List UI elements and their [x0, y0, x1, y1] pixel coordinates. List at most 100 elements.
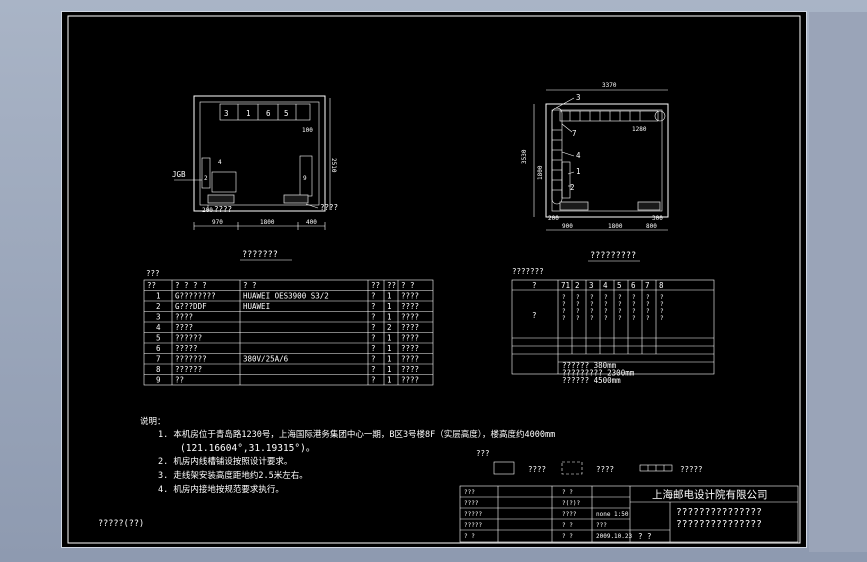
- cad-drawing: 3 1 6 5 100 9 2 4 JGB 200 ???? ???? 2510…: [67, 15, 801, 544]
- left-dim-200: 200: [202, 207, 213, 214]
- cable-table-value: ?: [590, 308, 594, 315]
- left-dim-b2: 1800: [260, 219, 275, 226]
- title-block-cell: none 1:50: [596, 511, 629, 518]
- equipment-table-cell: 2: [387, 323, 392, 332]
- right-dim-b2: 1800: [608, 223, 623, 230]
- cable-table-note: ?????? 4500mm: [562, 376, 621, 385]
- equipment-table-cell: 6: [156, 344, 161, 353]
- left-bar-label-4: 5: [284, 109, 289, 118]
- cable-table-value: ?: [576, 308, 580, 315]
- notes: 说明： 1. 本机房位于青岛路1230号，上海国际港务集团中心一期，B区3号楼8…: [140, 416, 555, 495]
- cable-table-value: ?: [576, 315, 580, 322]
- equipment-table-cell: HUAWEI: [243, 302, 270, 311]
- equipment-table-cell: ?: [371, 323, 376, 332]
- left-dim-b3: 400: [306, 219, 317, 226]
- legend-symbol-1: [493, 461, 515, 475]
- legend-label-3: ?????: [680, 465, 703, 474]
- left-room-inner-wall: [199, 101, 320, 206]
- right-callout-7: 7: [572, 129, 577, 138]
- equipment-table-header: ??: [371, 281, 380, 290]
- left-room-outer-wall: [193, 95, 326, 212]
- jgb-label: JGB: [172, 170, 186, 179]
- equipment-table-cell: G???DDF: [175, 302, 207, 311]
- equipment-table-cell: 3: [156, 313, 161, 322]
- equipment-table-header: ? ?: [243, 281, 257, 290]
- left-right-note: ????: [320, 203, 338, 212]
- title-block-cell: ? ?: [562, 533, 573, 540]
- left-top-cabinet-row: [219, 103, 311, 121]
- cable-table-header: ?: [532, 281, 537, 290]
- right-callout-4: 4: [576, 151, 581, 160]
- equipment-table-cell: ?: [371, 313, 376, 322]
- title-block-cell: ???: [596, 522, 607, 529]
- equipment-table-cell: ????: [401, 365, 419, 374]
- equipment-table-cell: ?: [371, 334, 376, 343]
- equipment-table-cell: 9: [156, 376, 161, 385]
- equipment-table-cell: ????: [401, 344, 419, 353]
- equipment-table-cell: ????: [175, 313, 193, 322]
- right-top-tray: [559, 110, 659, 122]
- equipment-table-cell: ?: [371, 344, 376, 353]
- cable-table-caption: ???????: [512, 267, 544, 276]
- drawing-viewport[interactable]: 3 1 6 5 100 9 2 4 JGB 200 ???? ???? 2510…: [62, 12, 806, 547]
- equipment-table-caption: ???: [146, 269, 160, 278]
- equipment-table-cell: 1: [387, 365, 392, 374]
- cable-table-value: ?: [562, 315, 566, 322]
- equipment-table-cell: 1: [387, 302, 392, 311]
- equipment-table-cell: 2: [156, 302, 161, 311]
- title-block-cell: 2009.10.23: [596, 533, 633, 540]
- right-plan-title: ?????????: [590, 251, 636, 261]
- cable-table-header: 5: [617, 281, 622, 290]
- right-dim-b1: 900: [562, 223, 573, 230]
- legend-label-1: ????: [528, 465, 546, 474]
- equipment-table-cell: ?: [371, 365, 376, 374]
- left-label-4: 4: [218, 159, 222, 166]
- cable-table-value: ?: [646, 294, 650, 301]
- title-block-cell: ???: [464, 489, 475, 496]
- right-bottom-cabinet-a: [559, 201, 589, 211]
- equipment-table-header: ??: [147, 281, 156, 290]
- cable-table-value: ?: [618, 301, 622, 308]
- left-dim-b1: 970: [212, 219, 223, 226]
- equipment-table-cell: ????: [401, 323, 419, 332]
- left-bar-label-3: 6: [266, 109, 271, 118]
- equipment-table-cell: ????: [401, 313, 419, 322]
- left-left-cabinet: [201, 157, 211, 189]
- drawing-title-1: ???????????????: [676, 507, 762, 518]
- equipment-table-cell: 1: [387, 292, 392, 301]
- cable-table-frame: [511, 279, 715, 375]
- cable-table-value: ?: [562, 294, 566, 301]
- right-dim-300: 300: [652, 215, 663, 222]
- equipment-table-cell: ?: [371, 376, 376, 385]
- cable-table-header: 6: [631, 281, 636, 290]
- left-bottom-cabinet-b: [283, 194, 309, 204]
- equipment-table-cell: 1: [156, 292, 161, 301]
- right-cabinet-column: [561, 161, 571, 199]
- note-1-coords: (121.16604°,31.19315°)。: [180, 443, 315, 454]
- drawing-title-2: ???????????????: [676, 519, 762, 530]
- title-block-cell: ? ?: [562, 522, 573, 529]
- cable-table-value: ?: [660, 315, 664, 322]
- cable-table-value: ?: [646, 301, 650, 308]
- equipment-table-cell: ????: [175, 323, 193, 332]
- equipment-table-cell: 1: [387, 344, 392, 353]
- equipment-table: ??? ??? ? ? ?? ?????? ?1 G???????? HUAWEI …: [143, 269, 434, 386]
- equipment-table-cell: ????: [401, 355, 419, 364]
- cable-table-value: ?: [646, 315, 650, 322]
- left-bottom-cabinet-a: [207, 194, 235, 204]
- equipment-table-cell: ?: [371, 302, 376, 311]
- equipment-table-cell: G????????: [175, 292, 216, 301]
- equipment-table-cell: HUAWEI OES3900 S3/2: [243, 292, 329, 301]
- right-dim-inner: 1280: [632, 126, 647, 133]
- title-block-cell: ? ?: [464, 533, 475, 540]
- equipment-table-cell: 1: [387, 313, 392, 322]
- equipment-table-cell: 380V/25A/6: [243, 355, 289, 364]
- right-floor-plan: 3 7 4 1 2 3370 1280 3530 1800 900 1800 8…: [521, 82, 669, 262]
- cable-table-header: 8: [659, 281, 664, 290]
- right-dim-left-inner: 1800: [537, 165, 544, 180]
- cable-table-value: ?: [604, 315, 608, 322]
- legend: ??? ???? ???? ?????: [476, 449, 703, 475]
- cable-table-header: 3: [589, 281, 594, 290]
- cable-table-value: ?: [660, 294, 664, 301]
- legend-label-2: ????: [596, 465, 614, 474]
